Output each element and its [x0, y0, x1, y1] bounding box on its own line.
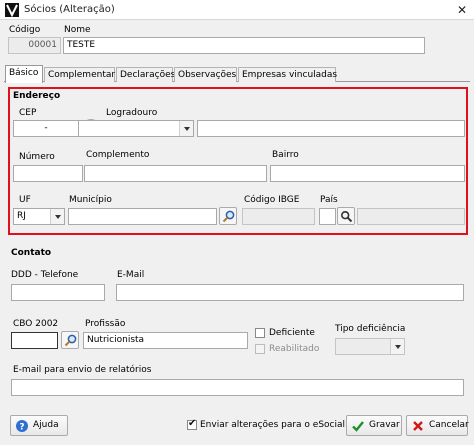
- chevron-down-icon[interactable]: [50, 209, 64, 224]
- cep-label: CEP: [19, 108, 37, 118]
- bairro-field[interactable]: [270, 165, 465, 182]
- search-icon: [222, 210, 235, 223]
- uf-label: UF: [19, 195, 31, 205]
- close-icon[interactable]: ✕: [452, 1, 472, 19]
- municipio-label: Município: [69, 195, 112, 205]
- checkmark-icon: ✔: [188, 418, 197, 429]
- nome-field[interactable]: TESTE: [63, 37, 425, 54]
- email-field[interactable]: [116, 284, 464, 301]
- cancelar-button[interactable]: Cancelar: [406, 415, 469, 436]
- tab-declaracoes[interactable]: Declarações: [116, 67, 175, 82]
- cancelar-label: Cancelar: [429, 420, 469, 430]
- cbo-field[interactable]: [11, 332, 58, 349]
- municipio-field[interactable]: [68, 208, 217, 225]
- search-icon: [64, 334, 77, 347]
- tab-observacoes[interactable]: Observações: [174, 67, 237, 82]
- pais-search-button[interactable]: [337, 207, 355, 225]
- dialog-body: Código 00001 Nome TESTE Básico Complemen…: [0, 20, 474, 445]
- pais-code-field[interactable]: [319, 208, 336, 225]
- tab-basico[interactable]: Básico: [5, 65, 43, 83]
- checkmark-icon: [352, 421, 364, 432]
- complemento-field[interactable]: [84, 165, 267, 182]
- chevron-down-icon[interactable]: [390, 339, 404, 354]
- logradouro-type-select[interactable]: [78, 120, 194, 137]
- endereco-title: Endereço: [13, 91, 61, 101]
- tab-empresas-vinculadas[interactable]: Empresas vinculadas: [238, 67, 337, 82]
- email-label: E-Mail: [117, 270, 145, 280]
- tab-panel-basico: Endereço CEP - Logradouro Número Complem…: [5, 83, 469, 445]
- numero-label: Número: [19, 152, 55, 162]
- complemento-label: Complemento: [86, 150, 150, 160]
- cbo-label: CBO 2002: [13, 319, 59, 329]
- esocial-checkbox[interactable]: ✔: [187, 418, 197, 430]
- search-icon: [340, 210, 353, 223]
- app-logo-icon: [5, 3, 19, 17]
- numero-field[interactable]: [13, 165, 83, 182]
- profissao-field[interactable]: Nutricionista: [83, 332, 248, 349]
- reabilitado-label: Reabilitado: [269, 344, 320, 354]
- help-icon: ?: [16, 420, 28, 433]
- logradouro-label: Logradouro: [106, 108, 158, 118]
- gravar-button[interactable]: Gravar: [346, 415, 402, 436]
- esocial-label: Enviar alterações para o eSocial: [200, 420, 346, 430]
- codigo-ibge-field[interactable]: [242, 208, 315, 225]
- pais-name-field[interactable]: [357, 208, 465, 225]
- email-relatorios-field[interactable]: [11, 379, 464, 396]
- uf-select[interactable]: RJ: [13, 208, 65, 225]
- tipo-deficiencia-label: Tipo deficiência: [335, 324, 406, 334]
- gravar-label: Gravar: [369, 420, 400, 430]
- codigo-field[interactable]: 00001: [8, 37, 61, 54]
- municipio-search-button[interactable]: [219, 207, 237, 225]
- ajuda-label: Ajuda: [33, 420, 59, 430]
- window-title: Sócios (Alteração): [24, 4, 115, 15]
- tab-complementar[interactable]: Complementar: [44, 67, 115, 82]
- logradouro-field[interactable]: [197, 120, 465, 137]
- ddd-telefone-label: DDD - Telefone: [11, 270, 79, 280]
- codigo-ibge-label: Código IBGE: [244, 195, 300, 205]
- tipo-deficiencia-select[interactable]: [335, 338, 405, 355]
- nome-label: Nome: [64, 25, 91, 35]
- tab-bar: Básico Complementar Declarações Observaç…: [4, 65, 470, 83]
- deficiente-label: Deficiente: [269, 328, 315, 338]
- cancel-x-icon: [413, 421, 423, 431]
- codigo-label: Código: [9, 25, 41, 35]
- bairro-label: Bairro: [272, 150, 299, 160]
- pais-label: País: [320, 195, 338, 205]
- title-bar: Sócios (Alteração) ✕: [0, 0, 474, 20]
- profissao-label: Profissão: [85, 319, 126, 329]
- contato-title: Contato: [11, 248, 52, 258]
- cep-field[interactable]: -: [13, 120, 79, 137]
- email-relatorios-label: E-mail para envio de relatórios: [13, 365, 152, 375]
- chevron-down-icon[interactable]: [179, 121, 193, 136]
- ajuda-button[interactable]: ? Ajuda: [10, 415, 68, 436]
- svg-text:?: ?: [19, 423, 24, 433]
- ddd-telefone-field[interactable]: [11, 284, 105, 301]
- deficiente-checkbox[interactable]: [255, 328, 265, 338]
- reabilitado-checkbox[interactable]: [255, 344, 265, 354]
- cbo-search-button[interactable]: [61, 331, 79, 349]
